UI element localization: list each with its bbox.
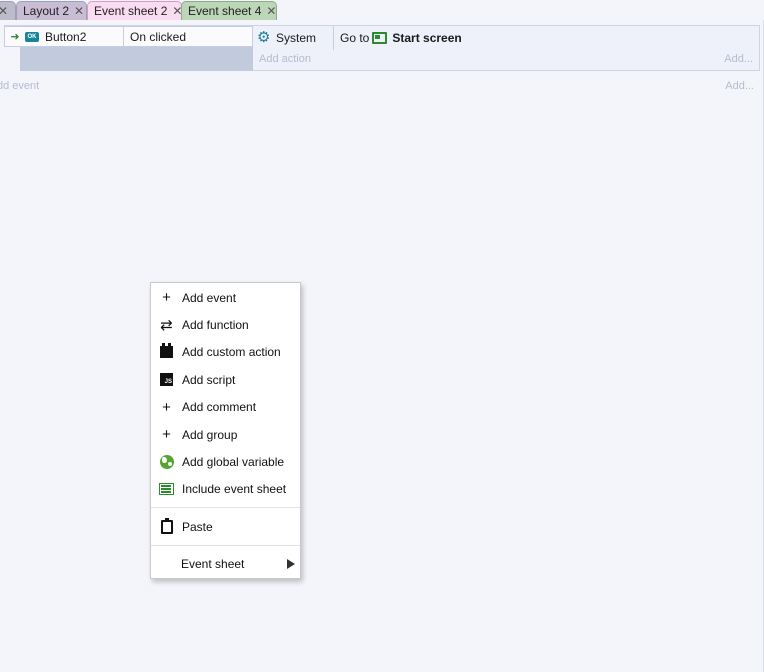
action-divider	[333, 26, 334, 50]
menu-divider	[151, 507, 300, 509]
menu-item-add-custom-action[interactable]: Add custom action	[151, 339, 300, 366]
menu-item-event-sheet-submenu[interactable]: Event sheet	[151, 551, 300, 578]
tab-label: Layout 2	[23, 4, 70, 18]
action-prefix: Go to	[340, 31, 370, 45]
menu-divider	[151, 544, 300, 546]
menu-item-label: Add global variable	[182, 455, 285, 470]
menu-item-label: Add comment	[182, 400, 257, 415]
menu-item-label: Add group	[182, 427, 238, 442]
action-target: Start screen	[392, 31, 462, 45]
add-action-link[interactable]: Add action	[259, 53, 311, 65]
context-menu: + Add event ⇄ Add function Add custom ac…	[150, 282, 301, 579]
close-icon[interactable]: ✕	[0, 5, 8, 17]
menu-item-add-function[interactable]: ⇄ Add function	[151, 311, 300, 338]
add-more-link[interactable]: Add...	[725, 80, 754, 92]
menu-item-include-event-sheet[interactable]: Include event sheet	[151, 476, 300, 503]
menu-item-add-global-variable[interactable]: Add global variable	[151, 448, 300, 475]
tab-previous[interactable]: ✕	[0, 1, 16, 20]
tab-event-sheet-4[interactable]: Event sheet 4 ✕	[181, 1, 277, 20]
event-sheet-icon	[159, 482, 174, 497]
script-icon: JS	[159, 372, 174, 387]
plus-icon: +	[162, 398, 171, 416]
close-icon[interactable]: ✕	[266, 5, 276, 17]
chevron-right-icon	[287, 559, 295, 570]
plus-icon: +	[162, 289, 171, 307]
plus-icon: +	[162, 426, 171, 444]
menu-item-label: Add function	[182, 318, 249, 333]
tab-label: Event sheet 4	[188, 4, 262, 18]
tab-bar: ✕ Layout 2 ✕ Event sheet 2 ✕ Event sheet…	[0, 0, 764, 20]
tab-event-sheet-2[interactable]: Event sheet 2 ✕	[87, 1, 182, 20]
condition-object-name: Button2	[45, 29, 87, 44]
custom-action-icon	[159, 343, 174, 360]
gear-icon: ⚙	[257, 29, 271, 46]
condition-row[interactable]: ➜ OK Button2 On clicked	[4, 26, 253, 47]
menu-item-label: Include event sheet	[182, 482, 287, 497]
tab-label: Event sheet 2	[94, 4, 168, 18]
menu-item-label: Event sheet	[181, 557, 245, 572]
menu-item-add-script[interactable]: JS Add script	[151, 366, 300, 393]
menu-item-label: Add event	[182, 290, 237, 305]
menu-item-add-group[interactable]: + Add group	[151, 421, 300, 448]
action-object-name: System	[276, 30, 317, 45]
condition-text: On clicked	[130, 29, 187, 44]
layout-icon	[372, 32, 388, 44]
add-event-link[interactable]: dd event	[0, 80, 39, 92]
tab-layout-2[interactable]: Layout 2 ✕	[16, 1, 87, 20]
trigger-arrow-icon: ➜	[10, 31, 20, 43]
add-more-link[interactable]: Add...	[724, 53, 753, 65]
menu-item-add-comment[interactable]: + Add comment	[151, 394, 300, 421]
clipboard-icon	[159, 517, 174, 534]
function-icon: ⇄	[160, 316, 173, 334]
action-text[interactable]: Go to Start screen	[340, 31, 462, 45]
menu-item-label: Add custom action	[182, 345, 281, 360]
event-block[interactable]: ➜ OK Button2 On clicked ⚙ System Go to S…	[4, 25, 760, 72]
menu-item-add-event[interactable]: + Add event	[151, 284, 300, 311]
globe-icon	[159, 455, 174, 470]
condition-area-selected[interactable]	[20, 47, 253, 71]
close-icon[interactable]: ✕	[74, 5, 84, 17]
action-object[interactable]: ⚙ System	[257, 30, 316, 45]
menu-item-label: Paste	[182, 519, 213, 534]
menu-item-paste[interactable]: Paste	[151, 513, 300, 540]
button-object-icon: OK	[25, 31, 39, 42]
menu-item-label: Add script	[182, 372, 236, 387]
